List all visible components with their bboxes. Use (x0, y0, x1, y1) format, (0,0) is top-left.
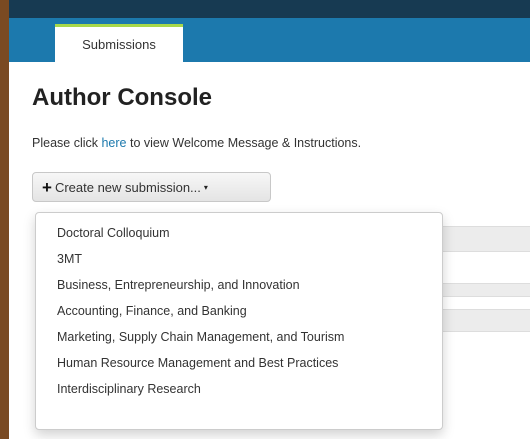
instructions-prefix: Please click (32, 136, 102, 150)
tab-submissions-label: Submissions (82, 37, 156, 52)
dropdown-item-interdisciplinary[interactable]: Interdisciplinary Research (36, 376, 442, 402)
page: Submissions Author Console Please click … (9, 0, 530, 439)
dropdown-item-business[interactable]: Business, Entrepreneurship, and Innovati… (36, 272, 442, 298)
instructions-link[interactable]: here (101, 136, 126, 150)
create-new-submission-button[interactable]: + Create new submission... ▾ (32, 172, 271, 202)
caret-down-icon: ▾ (203, 182, 208, 192)
dropdown-item-human-resource[interactable]: Human Resource Management and Best Pract… (36, 350, 442, 376)
instructions-suffix: to view Welcome Message & Instructions. (126, 136, 362, 150)
dropdown-item-accounting[interactable]: Accounting, Finance, and Banking (36, 298, 442, 324)
dropdown-item-marketing[interactable]: Marketing, Supply Chain Management, and … (36, 324, 442, 350)
tab-submissions[interactable]: Submissions (55, 24, 183, 62)
create-new-submission-label: Create new submission... (54, 179, 201, 195)
submission-type-dropdown: Doctoral Colloquium 3MT Business, Entrep… (35, 212, 443, 430)
dropdown-item-doctoral-colloquium[interactable]: Doctoral Colloquium (36, 220, 442, 246)
dropdown-item-3mt[interactable]: 3MT (36, 246, 442, 272)
plus-icon: + (42, 177, 52, 197)
page-title: Author Console (32, 84, 212, 111)
instructions-text: Please click here to view Welcome Messag… (32, 136, 361, 150)
top-bar (9, 0, 530, 18)
